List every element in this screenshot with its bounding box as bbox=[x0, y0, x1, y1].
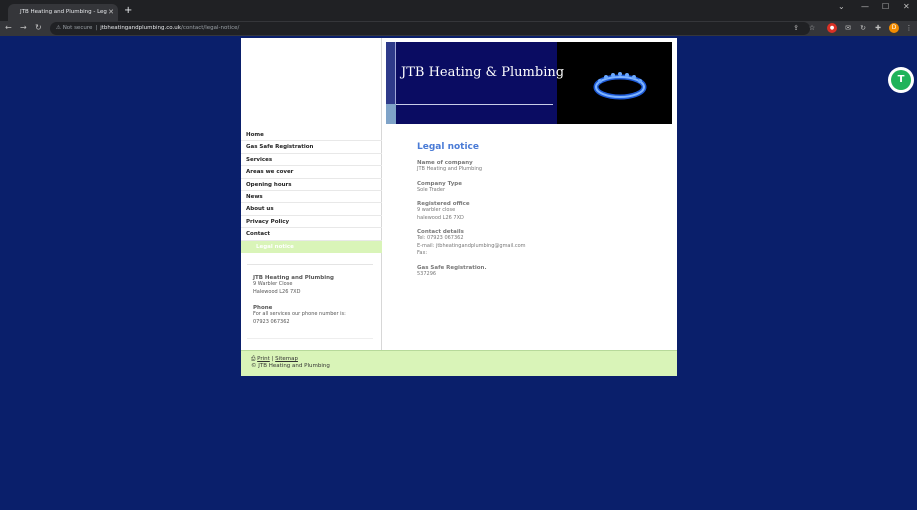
left-column: Home Gas Safe Registration Services Area… bbox=[241, 38, 382, 350]
sidebar-divider bbox=[247, 338, 373, 339]
minimize-icon[interactable]: — bbox=[861, 2, 869, 11]
new-tab-button[interactable]: + bbox=[124, 4, 132, 18]
registered-office-line2: halewood L26 7XD bbox=[417, 214, 464, 221]
extension-refresh-icon[interactable]: ↻ bbox=[858, 23, 868, 33]
sidebar-address1: 9 Warbler Close bbox=[253, 281, 293, 287]
avatar-initial: T bbox=[891, 70, 911, 90]
footer-separator: | bbox=[271, 356, 274, 362]
nav-item-home[interactable]: Home bbox=[241, 129, 382, 142]
forward-icon[interactable]: → bbox=[20, 22, 27, 34]
address-bar[interactable]: ⚠ Not secure | jtbheatingandplumbing.co.uk… bbox=[50, 22, 810, 35]
banner-navy-panel bbox=[386, 42, 557, 124]
site-nav: Home Gas Safe Registration Services Area… bbox=[241, 129, 382, 253]
browser-tab-bar: JTB Heating and Plumbing - Leg ✕ + ⌄ — ☐… bbox=[0, 0, 917, 21]
nav-item-legal-notice[interactable]: Legal notice bbox=[241, 240, 382, 253]
not-secure-label: Not secure bbox=[62, 25, 93, 31]
maximize-icon[interactable]: ☐ bbox=[882, 2, 889, 11]
tab-close-icon[interactable]: ✕ bbox=[108, 4, 114, 21]
reload-icon[interactable]: ↻ bbox=[35, 22, 42, 34]
contact-email: E-mail: jtbheatingandplumbing@gmail.com bbox=[417, 242, 526, 249]
share-icon[interactable]: ⇪ bbox=[791, 23, 801, 33]
banner-stripe-accent bbox=[386, 104, 396, 124]
extension-mail-icon[interactable]: ✉ bbox=[843, 23, 853, 33]
tab-search-icon[interactable]: ⌄ bbox=[838, 2, 845, 11]
nav-item-gas-safe[interactable]: Gas Safe Registration bbox=[241, 141, 382, 154]
sidebar-contact: JTB Heating and Plumbing 9 Warbler Close… bbox=[247, 264, 373, 339]
close-window-icon[interactable]: ✕ bbox=[903, 2, 910, 11]
browser-tab[interactable]: JTB Heating and Plumbing - Leg ✕ bbox=[8, 4, 118, 21]
gas-flame-icon bbox=[593, 72, 647, 100]
banner-title: JTB Heating & Plumbing bbox=[401, 65, 565, 80]
contact-fax: Fax: bbox=[417, 250, 428, 256]
warning-icon: ⚠ bbox=[56, 25, 61, 31]
page-title: Legal notice bbox=[417, 142, 479, 152]
print-link[interactable]: Print bbox=[257, 356, 270, 362]
floating-avatar-button[interactable]: T bbox=[887, 66, 917, 96]
header-banner: JTB Heating & Plumbing bbox=[386, 42, 672, 124]
nav-item-privacy[interactable]: Privacy Policy bbox=[241, 216, 382, 229]
banner-divider bbox=[396, 104, 553, 105]
nav-item-contact[interactable]: Contact bbox=[241, 228, 382, 241]
main-content: Legal notice Name of company JTB Heating… bbox=[417, 142, 667, 278]
extensions-puzzle-icon[interactable]: ✚ bbox=[873, 23, 883, 33]
extension-icon[interactable]: ● bbox=[827, 23, 837, 33]
nav-item-services[interactable]: Services bbox=[241, 154, 382, 167]
url-host: jtbheatingandplumbing.co.uk bbox=[100, 25, 181, 31]
bookmark-star-icon[interactable]: ☆ bbox=[807, 23, 817, 33]
registered-office-line1: 9 warbler close bbox=[417, 207, 456, 213]
sidebar-phone-text: For all services our phone number is: bbox=[253, 311, 346, 317]
sidebar-address2: Halewood L26 7XD bbox=[253, 288, 301, 295]
menu-icon[interactable]: ⋮ bbox=[904, 23, 914, 33]
nav-item-about[interactable]: About us bbox=[241, 203, 382, 216]
site-footer: ⎙ Print | Sitemap © JTB Heating and Plum… bbox=[241, 350, 677, 376]
tab-title: JTB Heating and Plumbing - Leg bbox=[20, 9, 107, 15]
sitemap-link[interactable]: Sitemap bbox=[275, 356, 298, 362]
url-path: /contact/legal-notice/ bbox=[180, 25, 240, 31]
company-type-value: Sole Trader bbox=[417, 186, 446, 193]
sidebar-phone: 07923 067362 bbox=[253, 318, 290, 325]
browser-toolbar: ← → ↻ ⚠ Not secure | jtbheatingandplumbing… bbox=[0, 21, 917, 36]
back-icon[interactable]: ← bbox=[5, 22, 12, 34]
nav-item-opening-hours[interactable]: Opening hours bbox=[241, 179, 382, 191]
nav-item-news[interactable]: News bbox=[241, 191, 382, 204]
company-name-value: JTB Heating and Plumbing bbox=[417, 166, 483, 172]
contact-tel: Tel: 07923 067362 bbox=[417, 235, 464, 241]
nav-item-areas[interactable]: Areas we cover bbox=[241, 166, 382, 179]
gas-safe-value: 537296 bbox=[417, 270, 437, 277]
print-icon: ⎙ bbox=[251, 356, 256, 362]
copyright: © JTB Heating and Plumbing bbox=[251, 363, 330, 369]
profile-avatar[interactable]: D bbox=[889, 23, 899, 33]
web-page: Home Gas Safe Registration Services Area… bbox=[241, 38, 677, 376]
